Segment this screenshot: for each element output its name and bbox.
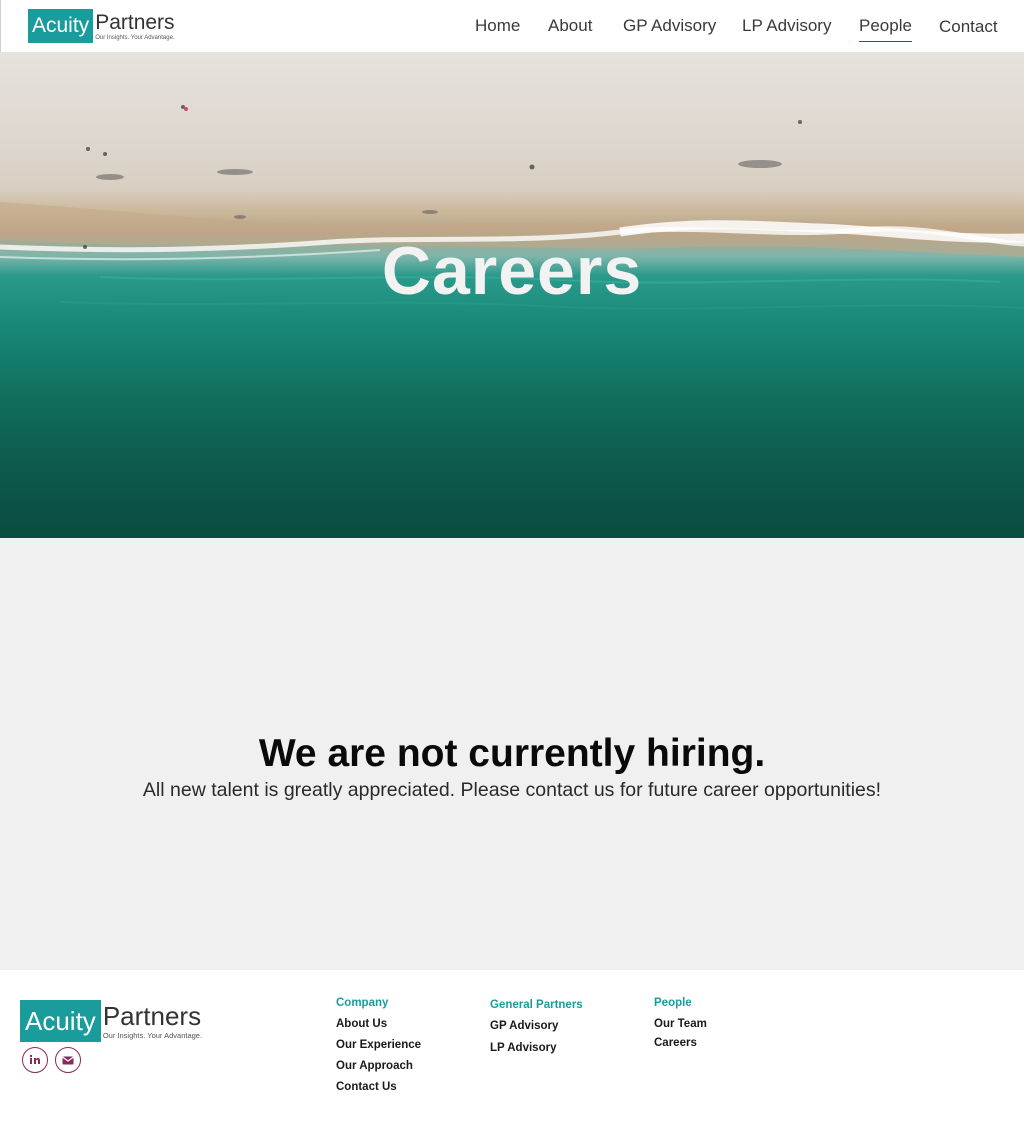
hero-banner: Careers xyxy=(0,52,1024,538)
nav-gp-advisory[interactable]: GP Advisory xyxy=(623,16,716,36)
hiring-subline: All new talent is greatly appreciated. P… xyxy=(142,779,882,801)
footer-link-our-experience[interactable]: Our Experience xyxy=(336,1039,421,1051)
nav-about[interactable]: About xyxy=(548,16,592,36)
nav-lp-advisory[interactable]: LP Advisory xyxy=(742,16,831,36)
footer-link-about-us[interactable]: About Us xyxy=(336,1018,421,1030)
footer-column-general-partners: General Partners GP Advisory LP Advisory xyxy=(490,999,583,1054)
hiring-headline: We are not currently hiring. xyxy=(258,732,766,775)
footer-link-gp-advisory[interactable]: GP Advisory xyxy=(490,1020,583,1032)
footer-logo[interactable]: Acuity Partners Our Insights. Your Advan… xyxy=(20,1000,202,1042)
footer-link-careers[interactable]: Careers xyxy=(654,1037,707,1049)
footer-heading-people: People xyxy=(654,997,692,1009)
nav-contact[interactable]: Contact xyxy=(939,17,998,37)
logo-tagline: Our Insights. Your Advantage. xyxy=(102,1030,203,1040)
footer-link-lp-advisory[interactable]: LP Advisory xyxy=(490,1042,583,1054)
nav-people[interactable]: People xyxy=(859,16,912,42)
logo-word: Partners xyxy=(102,1000,202,1031)
footer-heading-company: Company xyxy=(336,997,389,1009)
nav-home[interactable]: Home xyxy=(475,16,520,36)
email-icon xyxy=(62,1056,74,1065)
footer-link-contact-us[interactable]: Contact Us xyxy=(336,1081,421,1093)
linkedin-button[interactable] xyxy=(22,1047,48,1073)
email-button[interactable] xyxy=(55,1047,81,1073)
footer-link-our-team[interactable]: Our Team xyxy=(654,1018,707,1030)
site-footer: Acuity Partners Our Insights. Your Advan… xyxy=(0,970,1024,1126)
footer-heading-general-partners: General Partners xyxy=(490,999,583,1011)
careers-message-section: We are not currently hiring. All new tal… xyxy=(0,538,1024,970)
main-nav: Home About GP Advisory LP Advisory Peopl… xyxy=(1,0,1024,52)
site-header: Acuity Partners Our Insights. Your Advan… xyxy=(0,0,1024,52)
footer-link-our-approach[interactable]: Our Approach xyxy=(336,1060,421,1072)
linkedin-icon xyxy=(29,1054,40,1064)
logo-box: Acuity xyxy=(20,1000,101,1042)
footer-column-company: Company About Us Our Experience Our Appr… xyxy=(336,997,421,1093)
hero-title: Careers xyxy=(381,233,643,309)
footer-column-people: People Our Team Careers xyxy=(654,997,707,1049)
